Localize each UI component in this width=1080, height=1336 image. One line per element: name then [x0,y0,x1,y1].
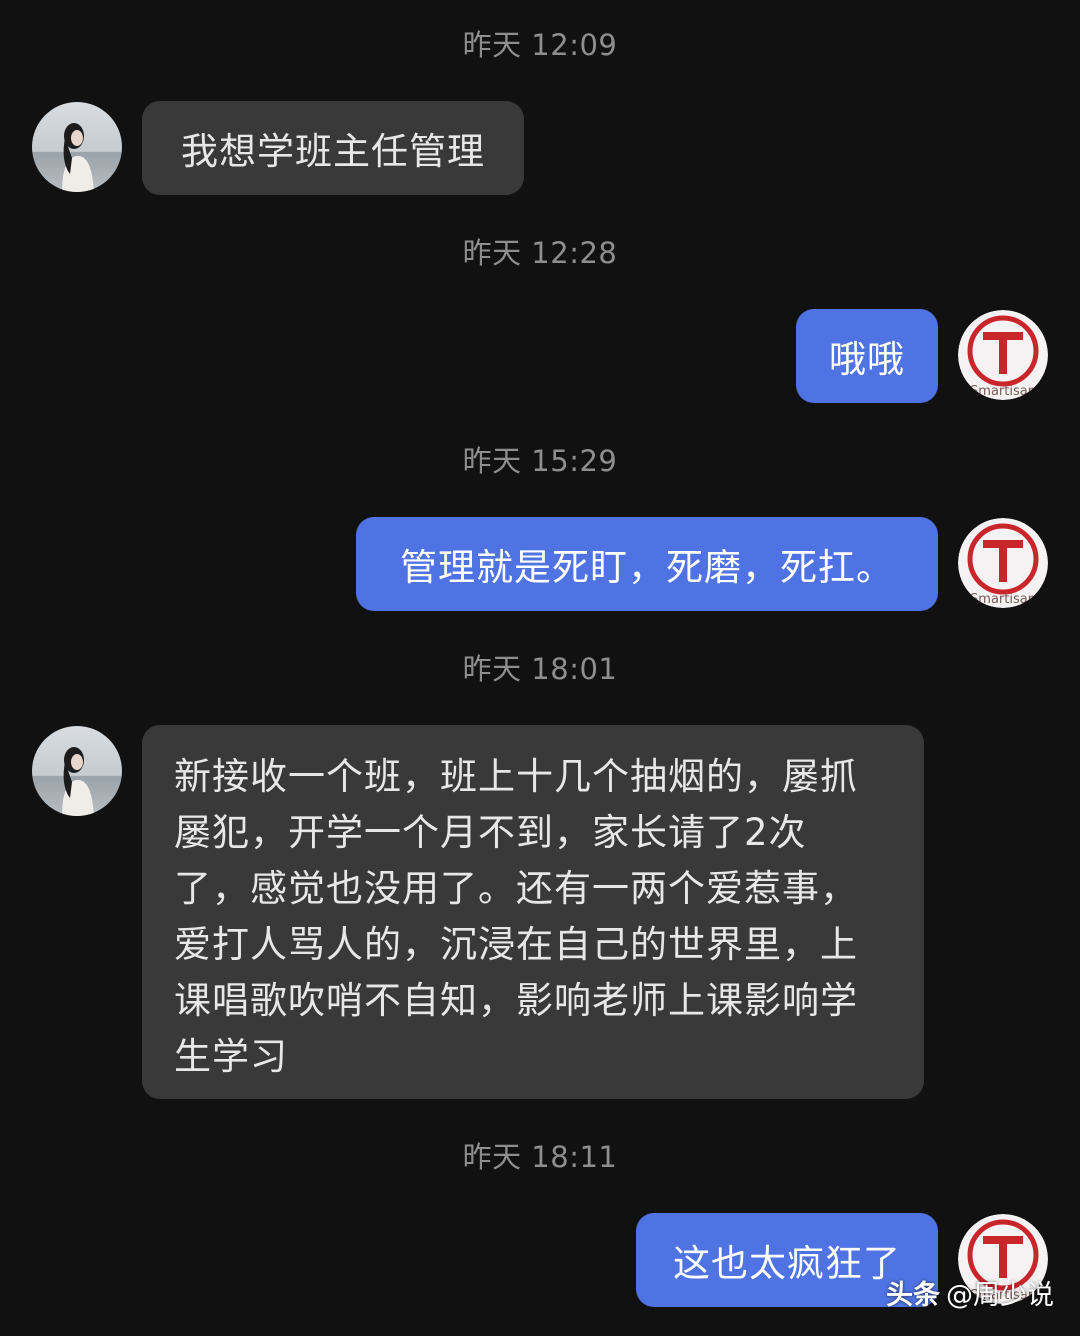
message-line: 爱打人骂人的，沉浸在自己的世界里，上 [174,923,858,966]
contact-avatar[interactable] [32,102,122,192]
timestamp: 昨天 12:09 [462,28,618,62]
user-photo-avatar-icon [32,726,122,816]
timestamp: 昨天 12:28 [462,236,618,270]
timestamp: 昨天 18:01 [462,652,618,686]
watermark-brand: 头条 [886,1280,940,1311]
svg-text:Smartisan: Smartisan [970,592,1036,607]
message-text: 哦哦 [829,338,905,381]
watermark-account: @周少说 [946,1280,1054,1311]
timestamp: 昨天 18:11 [462,1140,618,1174]
message-line: 新接收一个班，班上十几个抽烟的，屡抓 [174,755,858,798]
self-avatar[interactable]: Smartisan [958,518,1048,608]
self-avatar[interactable]: Smartisan [958,310,1048,400]
svg-text:Smartisan: Smartisan [970,384,1036,399]
message-line: 课唱歌吹哨不自知，影响老师上课影响学 [174,979,858,1022]
toutiao-watermark: 头条 @周少说 [886,1273,1054,1312]
message-text: 管理就是死盯，死磨，死扛。 [400,546,894,589]
received-message-bubble[interactable]: 我想学班主任管理 [142,101,524,195]
received-message-bubble[interactable]: 新接收一个班，班上十几个抽烟的，屡抓 屡犯，开学一个月不到，家长请了2次 了，感… [142,725,924,1099]
message-line: 了，感觉也没用了。还有一两个爱惹事， [174,867,858,910]
user-photo-avatar-icon [32,102,122,192]
smartisan-logo-icon: Smartisan [958,310,1048,400]
timestamp: 昨天 15:29 [462,444,618,478]
contact-avatar[interactable] [32,726,122,816]
message-text: 我想学班主任管理 [181,130,485,173]
smartisan-logo-icon: Smartisan [958,518,1048,608]
message-text: 这也太疯狂了 [673,1242,901,1285]
sent-message-bubble[interactable]: 哦哦 [796,309,938,403]
message-line: 生学习 [174,1035,288,1078]
message-line: 屡犯，开学一个月不到，家长请了2次 [174,811,807,854]
sent-message-bubble[interactable]: 管理就是死盯，死磨，死扛。 [356,517,938,611]
